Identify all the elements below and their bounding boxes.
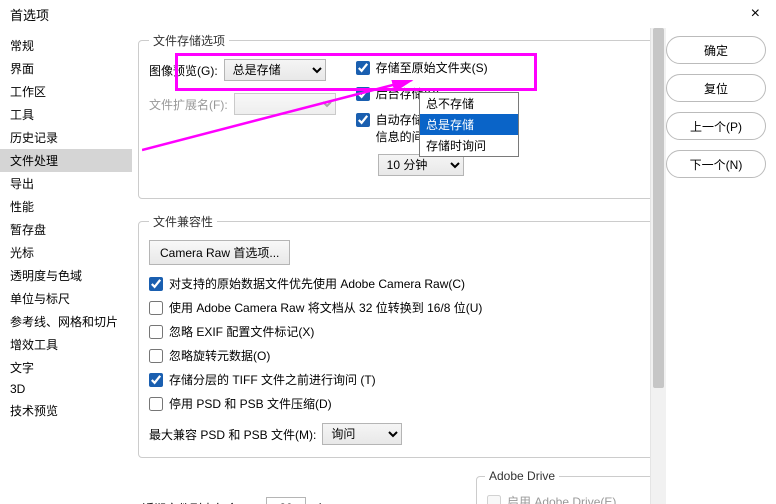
- autosave-interval-select[interactable]: 10 分钟: [378, 154, 464, 176]
- file-ext-label: 文件扩展名(F):: [149, 96, 228, 113]
- sidebar-item-0[interactable]: 常规: [0, 34, 132, 57]
- sidebar-item-10[interactable]: 透明度与色域: [0, 264, 132, 287]
- compat-opt4-checkbox[interactable]: [149, 349, 163, 363]
- adobe-drive-checkbox[interactable]: [487, 495, 501, 504]
- autosave-checkbox[interactable]: [356, 113, 370, 127]
- compat-opt1-label: 对支持的原始数据文件优先使用 Adobe Camera Raw(C): [169, 275, 465, 292]
- sidebar-item-16[interactable]: 技术预览: [0, 399, 132, 422]
- compat-opt3-label: 忽略 EXIF 配置文件标记(X): [169, 323, 314, 340]
- sidebar-item-7[interactable]: 性能: [0, 195, 132, 218]
- camera-raw-prefs-button[interactable]: Camera Raw 首选项...: [149, 240, 290, 265]
- compat-opt5-checkbox[interactable]: [149, 373, 163, 387]
- max-compat-select[interactable]: 询问: [322, 423, 402, 445]
- adobe-drive-legend: Adobe Drive: [485, 469, 559, 483]
- sidebar-item-8[interactable]: 暂存盘: [0, 218, 132, 241]
- content-scrollbar[interactable]: [650, 28, 666, 504]
- sidebar-item-4[interactable]: 历史记录: [0, 126, 132, 149]
- content-area: 文件存储选项 图像预览(G): 总是存储 文件扩展名(F):: [132, 28, 666, 504]
- compat-opt2-checkbox[interactable]: [149, 301, 163, 315]
- compat-opt1-checkbox[interactable]: [149, 277, 163, 291]
- recent-files-unit: 个: [314, 500, 326, 504]
- sidebar-item-9[interactable]: 光标: [0, 241, 132, 264]
- max-compat-label: 最大兼容 PSD 和 PSB 文件(M):: [149, 426, 316, 443]
- sidebar-item-14[interactable]: 文字: [0, 356, 132, 379]
- ok-button[interactable]: 确定: [666, 36, 766, 64]
- save-orig-checkbox[interactable]: [356, 61, 370, 75]
- image-preview-dropdown-popup: 总不存储总是存储存储时询问: [419, 92, 519, 157]
- reset-button[interactable]: 复位: [666, 74, 766, 102]
- compat-opt4-label: 忽略旋转元数据(O): [169, 347, 270, 364]
- compat-opt6-label: 停用 PSD 和 PSB 文件压缩(D): [169, 395, 332, 412]
- compat-opt2-label: 使用 Adobe Camera Raw 将文档从 32 位转换到 16/8 位(…: [169, 299, 482, 316]
- dropdown-option-2[interactable]: 存储时询问: [420, 135, 518, 156]
- compat-opt3-checkbox[interactable]: [149, 325, 163, 339]
- adobe-drive-label: 启用 Adobe Drive(E): [507, 493, 616, 504]
- next-button[interactable]: 下一个(N): [666, 150, 766, 178]
- dropdown-option-1[interactable]: 总是存储: [420, 114, 518, 135]
- dialog-buttons: 确定 复位 上一个(P) 下一个(N): [666, 28, 776, 504]
- sidebar: 常规界面工作区工具历史记录文件处理导出性能暂存盘光标透明度与色域单位与标尺参考线…: [0, 28, 132, 504]
- compat-opt6-checkbox[interactable]: [149, 397, 163, 411]
- sidebar-item-13[interactable]: 增效工具: [0, 333, 132, 356]
- save-orig-label: 存储至原始文件夹(S): [376, 59, 488, 76]
- sidebar-item-15[interactable]: 3D: [0, 379, 132, 399]
- sidebar-item-11[interactable]: 单位与标尺: [0, 287, 132, 310]
- compat-opt5-label: 存储分层的 TIFF 文件之前进行询问 (T): [169, 371, 376, 388]
- sidebar-item-1[interactable]: 界面: [0, 57, 132, 80]
- bg-save-checkbox[interactable]: [356, 87, 370, 101]
- sidebar-item-5[interactable]: 文件处理: [0, 149, 132, 172]
- recent-files-input[interactable]: [266, 497, 306, 504]
- prev-button[interactable]: 上一个(P): [666, 112, 766, 140]
- sidebar-item-3[interactable]: 工具: [0, 103, 132, 126]
- dropdown-option-0[interactable]: 总不存储: [420, 93, 518, 114]
- filesave-legend: 文件存储选项: [149, 32, 229, 49]
- sidebar-item-12[interactable]: 参考线、网格和切片: [0, 310, 132, 333]
- close-icon[interactable]: ×: [745, 5, 766, 23]
- sidebar-item-6[interactable]: 导出: [0, 172, 132, 195]
- file-ext-select[interactable]: [234, 93, 336, 115]
- filesave-group: 文件存储选项 图像预览(G): 总是存储 文件扩展名(F):: [138, 32, 660, 199]
- scrollbar-thumb[interactable]: [653, 28, 664, 388]
- compat-legend: 文件兼容性: [149, 213, 217, 230]
- window-title: 首选项: [10, 5, 49, 24]
- compat-group: 文件兼容性 Camera Raw 首选项... 对支持的原始数据文件优先使用 A…: [138, 213, 660, 458]
- adobe-drive-group: Adobe Drive 启用 Adobe Drive(E): [476, 476, 656, 504]
- image-preview-label: 图像预览(G):: [149, 62, 218, 79]
- sidebar-item-2[interactable]: 工作区: [0, 80, 132, 103]
- recent-files-label: 近期文件列表包含(R):: [142, 500, 258, 504]
- image-preview-select[interactable]: 总是存储: [224, 59, 326, 81]
